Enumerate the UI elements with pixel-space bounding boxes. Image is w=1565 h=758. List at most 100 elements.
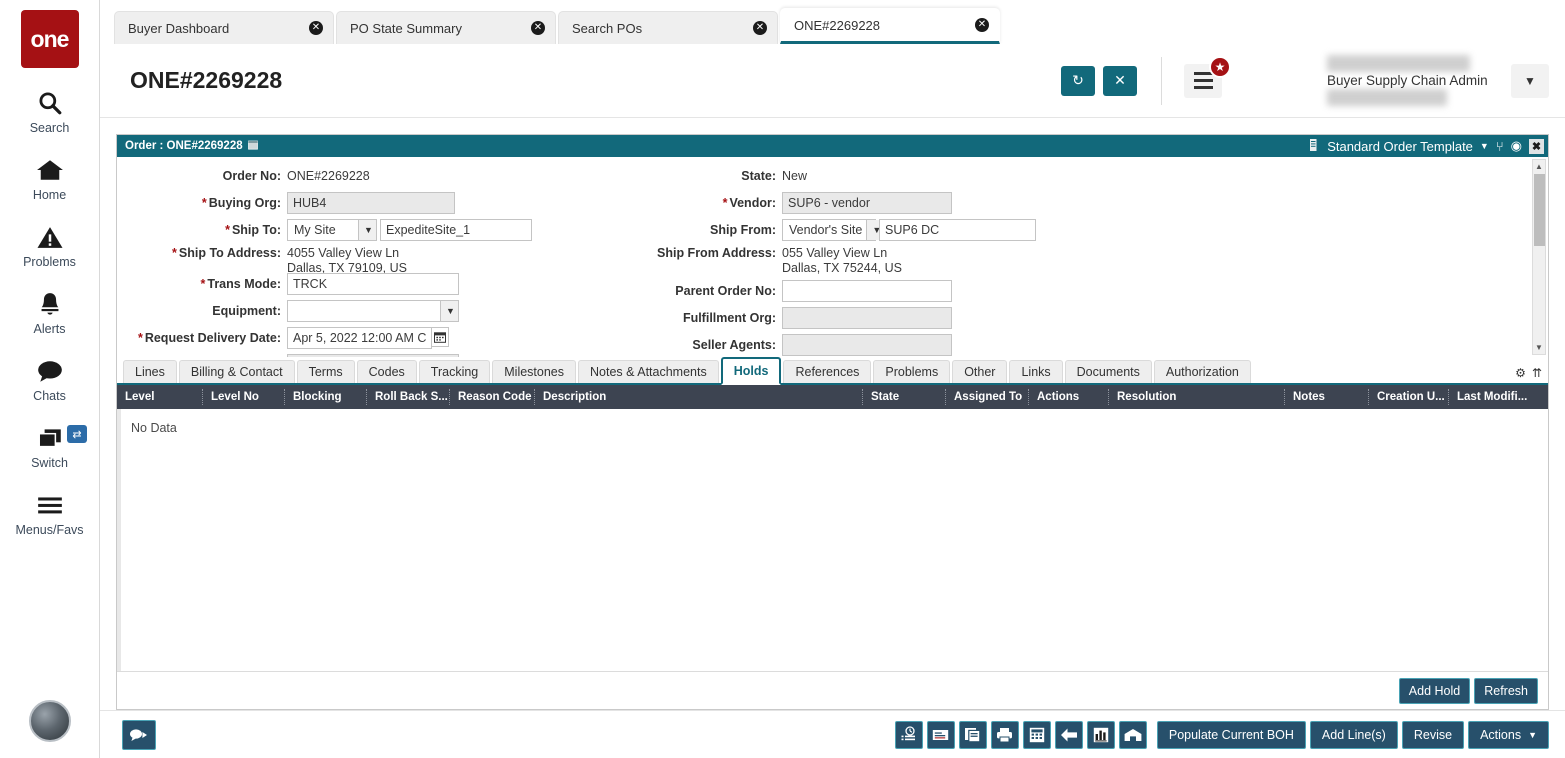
column-header-blocking[interactable]: Blocking (285, 389, 367, 405)
chevron-down-icon[interactable]: ▼ (1511, 63, 1549, 98)
ship-to-type-select[interactable]: My Site ▼ (287, 219, 377, 241)
calculator-icon[interactable] (1022, 720, 1051, 749)
seller-agents-input[interactable] (782, 334, 952, 356)
form-scrollbar[interactable]: ▲ ▼ (1532, 159, 1546, 355)
close-icon[interactable]: ✕ (309, 21, 323, 35)
user-menu[interactable]: Buyer Supply Chain Admin ▼ (1327, 53, 1549, 109)
column-header-state[interactable]: State (863, 389, 946, 405)
equipment-select[interactable]: ▼ (287, 300, 459, 322)
chat-messages-button[interactable] (122, 719, 156, 750)
sidebar-item-menus-favs[interactable]: Menus/Favs (0, 489, 99, 537)
tab-documents[interactable]: Documents (1064, 360, 1152, 383)
tab-problems[interactable]: Problems (873, 360, 951, 383)
tab-holds[interactable]: Holds (720, 357, 782, 385)
switch-toggle-badge-icon[interactable]: ⇄ (67, 425, 87, 443)
promise-delivery-date-input[interactable] (287, 354, 459, 357)
bar-chart-icon[interactable] (1086, 720, 1115, 749)
tab-buyer-dashboard[interactable]: Buyer Dashboard ✕ (114, 11, 334, 44)
trans-mode-input[interactable] (287, 273, 459, 295)
column-header-level-no[interactable]: Level No (203, 389, 285, 405)
avatar[interactable] (28, 700, 71, 742)
buying-org-input[interactable] (287, 192, 455, 214)
fulfillment-org-input[interactable] (782, 307, 952, 329)
field-ship-from: Ship From: Vendor's Site ▼ (627, 218, 1117, 242)
revise-button[interactable]: Revise (1401, 720, 1465, 749)
populate-current-boh-button[interactable]: Populate Current BOH (1156, 720, 1306, 749)
chevron-down-icon[interactable]: ▼ (1480, 141, 1489, 151)
back-arrow-icon[interactable] (1054, 720, 1083, 749)
note-card-icon[interactable] (926, 720, 955, 749)
ship-from-type-select[interactable]: Vendor's Site ▼ (782, 219, 885, 241)
warehouse-icon[interactable] (1118, 720, 1147, 749)
tab-references[interactable]: References (783, 360, 872, 383)
sidebar-item-chats[interactable]: Chats (0, 355, 99, 403)
tab-milestones[interactable]: Milestones (492, 360, 576, 383)
column-header-level[interactable]: Level (117, 389, 203, 405)
tab-po-state-summary[interactable]: PO State Summary ✕ (336, 11, 556, 44)
column-header-creation-u[interactable]: Creation U... (1369, 389, 1449, 405)
tab-notes-attachments[interactable]: Notes & Attachments (578, 360, 719, 383)
scroll-up-icon[interactable]: ▲ (1535, 160, 1543, 173)
sidebar-item-alerts[interactable]: Alerts (0, 288, 99, 336)
close-icon[interactable]: ✕ (531, 21, 545, 35)
close-icon[interactable]: ✖ (1529, 138, 1544, 154)
tab-links[interactable]: Links (1009, 360, 1063, 383)
parent-order-no-input[interactable] (782, 280, 952, 302)
detail-tab-strip: Lines Billing & Contact Terms Codes Trac… (117, 357, 1548, 385)
column-header-description[interactable]: Description (535, 389, 863, 405)
printer-icon[interactable] (990, 720, 1019, 749)
column-header-notes[interactable]: Notes (1285, 389, 1369, 405)
tab-authorization[interactable]: Authorization (1153, 360, 1251, 383)
history-clock-icon[interactable] (894, 720, 923, 749)
copy-pages-icon[interactable] (958, 720, 987, 749)
order-template-label[interactable]: Standard Order Template (1327, 139, 1473, 154)
calendar-icon[interactable] (432, 327, 449, 347)
tab-other[interactable]: Other (952, 360, 1008, 383)
scroll-down-icon[interactable]: ▼ (1535, 341, 1543, 354)
column-header-reason-code[interactable]: Reason Code (450, 389, 535, 405)
required-marker: * (722, 196, 728, 210)
refresh-button[interactable]: ↻ (1061, 65, 1095, 96)
tab-order-one-2269228[interactable]: ONE#2269228 ✕ (780, 8, 1000, 44)
refresh-grid-button[interactable]: Refresh (1474, 677, 1538, 704)
menu-button[interactable]: ★ (1184, 55, 1231, 98)
collapse-icon[interactable]: ⇈ (1532, 366, 1542, 380)
tab-lines[interactable]: Lines (123, 360, 177, 383)
actions-menu-button[interactable]: Actions ▼ (1468, 720, 1549, 749)
close-icon[interactable]: ✕ (975, 18, 989, 32)
tab-search-pos[interactable]: Search POs ✕ (558, 11, 778, 44)
sidebar-item-search[interactable]: Search (0, 87, 99, 135)
tab-terms[interactable]: Terms (296, 360, 355, 383)
column-header-roll-back-s[interactable]: Roll Back S... (367, 389, 450, 405)
tab-billing-contact[interactable]: Billing & Contact (178, 360, 295, 383)
sidebar-label-menus-favs: Menus/Favs (15, 523, 84, 537)
request-delivery-date-input[interactable] (287, 327, 432, 349)
chevron-down-icon: ▼ (440, 301, 458, 321)
hierarchy-icon[interactable]: ⑂ (1496, 139, 1504, 154)
order-form: Order No: ONE#2269228 *Buying Org: *Ship… (117, 157, 1548, 357)
gear-icon[interactable]: ⚙ (1515, 366, 1526, 380)
column-header-last-modifi[interactable]: Last Modifi... (1449, 389, 1531, 405)
grid-body: No Data (117, 409, 1548, 671)
column-header-actions[interactable]: Actions (1029, 389, 1109, 405)
add-lines-button[interactable]: Add Line(s) (1309, 720, 1398, 749)
ship-to-site-input[interactable] (380, 219, 532, 241)
add-hold-button[interactable]: Add Hold (1398, 677, 1471, 704)
column-header-resolution[interactable]: Resolution (1109, 389, 1285, 405)
sidebar-item-home[interactable]: Home (0, 154, 99, 202)
close-icon[interactable]: ✕ (753, 21, 767, 35)
tab-tracking[interactable]: Tracking (418, 360, 491, 383)
eye-icon[interactable]: ◉ (1511, 138, 1522, 154)
scrollbar-thumb[interactable] (1533, 174, 1545, 246)
vendor-input[interactable] (782, 192, 952, 214)
close-page-button[interactable]: ✕ (1103, 65, 1137, 96)
one-network-logo[interactable]: one (20, 10, 79, 68)
column-header-assigned-to[interactable]: Assigned To (946, 389, 1029, 405)
refresh-icon: ↻ (1072, 72, 1084, 88)
calendar-icon[interactable] (247, 140, 258, 153)
sidebar-item-problems[interactable]: Problems (0, 221, 99, 269)
ship-from-site-input[interactable] (879, 219, 1036, 241)
tab-codes[interactable]: Codes (356, 360, 417, 383)
sidebar-item-switch[interactable]: ⇄ Switch (0, 422, 99, 470)
field-label: * Buying Org: (201, 196, 281, 210)
